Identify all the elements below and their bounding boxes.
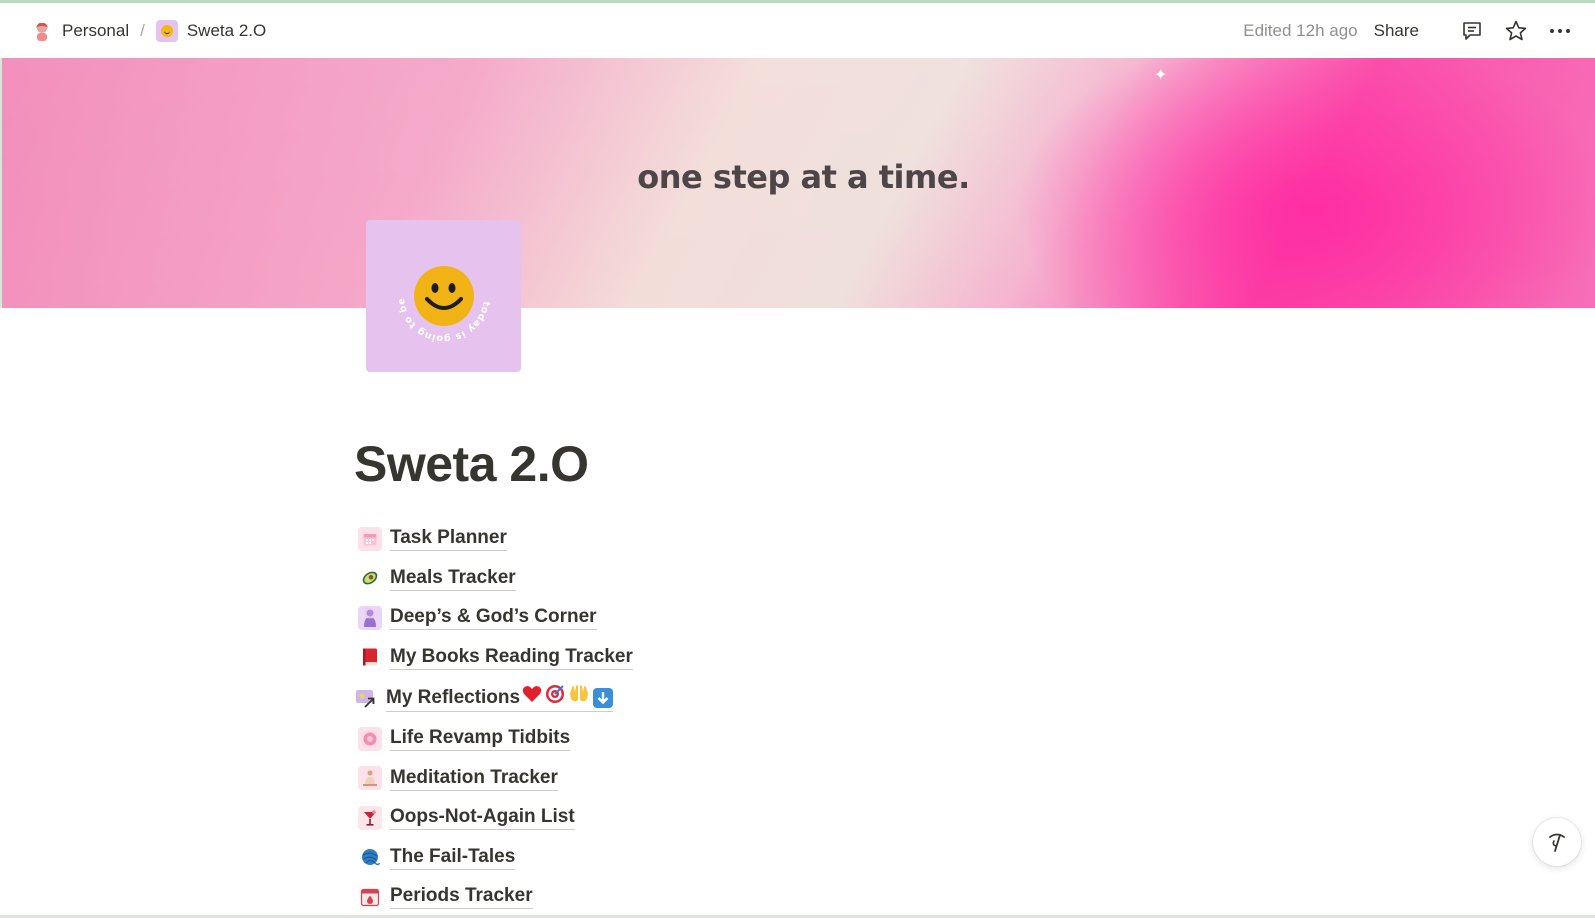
breadcrumb-page-label: Sweta 2.O	[186, 20, 267, 40]
deity-icon	[358, 605, 382, 630]
link-label: Meditation Tracker	[390, 766, 558, 791]
more-icon[interactable]	[1547, 18, 1573, 44]
link-task-planner[interactable]: Task Planner	[358, 519, 998, 559]
linked-page-icon	[354, 686, 378, 710]
raised-hands-icon	[568, 684, 590, 711]
ai-face-icon	[1549, 833, 1565, 852]
link-label: The Fail-Tales	[390, 845, 516, 870]
share-button[interactable]: Share	[1370, 18, 1423, 44]
page-links-list: Task Planner Meals Tracker Deep’s & God’…	[356, 519, 998, 915]
link-periods-tracker[interactable]: Periods Tracker	[358, 877, 998, 915]
drop-calendar-icon	[358, 885, 382, 909]
meditation-icon	[358, 766, 382, 791]
link-label: Task Planner	[390, 526, 507, 552]
topbar: Personal / Sweta 2.O Edited 12h ago Shar…	[0, 3, 1595, 58]
link-label: My Books Reading Tracker	[390, 645, 633, 670]
smiley-icon	[155, 19, 178, 42]
comment-icon[interactable]	[1459, 18, 1485, 44]
breadcrumb-personal-label: Personal	[62, 20, 130, 40]
target-icon	[545, 684, 565, 711]
page-title[interactable]: Sweta 2.O	[354, 435, 589, 493]
star-icon[interactable]	[1503, 18, 1529, 44]
link-label: Deep’s & God’s Corner	[390, 605, 597, 631]
link-books-reading-tracker[interactable]: My Books Reading Tracker	[358, 638, 998, 678]
sparkle-icon: ✦	[1154, 67, 1168, 84]
link-label: Periods Tracker	[390, 884, 533, 910]
topbar-actions: Edited 12h ago Share	[1243, 18, 1573, 44]
breadcrumb-current-page[interactable]: Sweta 2.O	[151, 17, 271, 45]
floating-ai-button[interactable]	[1533, 818, 1581, 866]
personal-avatar-icon	[31, 20, 53, 42]
link-label: Oops-Not-Again List	[390, 805, 575, 831]
link-oops-not-again-list[interactable]: Oops-Not-Again List	[358, 798, 998, 838]
link-label: Meals Tracker	[390, 566, 516, 591]
calendar-icon	[358, 526, 382, 551]
avocado-icon	[358, 566, 382, 590]
link-the-fail-tales[interactable]: The Fail-Tales	[358, 838, 998, 878]
breadcrumb-separator: /	[140, 20, 145, 40]
cover-caption: one step at a time.	[637, 158, 970, 196]
heart-icon	[522, 685, 542, 710]
link-my-reflections[interactable]: My Reflections	[356, 677, 998, 719]
reflection-emoji-group	[522, 684, 614, 711]
edited-timestamp: Edited 12h ago	[1243, 20, 1358, 40]
cover-image[interactable]: ✦ one step at a time.	[0, 58, 1595, 308]
page-icon[interactable]: today is going to be a good day	[366, 220, 521, 372]
link-meditation-tracker[interactable]: Meditation Tracker	[358, 759, 998, 799]
flower-icon	[358, 726, 382, 751]
cocktail-icon	[358, 805, 382, 830]
link-life-revamp-tidbits[interactable]: Life Revamp Tidbits	[358, 719, 998, 759]
yarn-icon	[358, 845, 382, 869]
link-label: Life Revamp Tidbits	[390, 726, 571, 752]
book-icon	[358, 645, 382, 669]
link-deeps-gods-corner[interactable]: Deep’s & God’s Corner	[358, 598, 998, 638]
smiley-badge-icon: today is going to be a good day	[389, 241, 491, 344]
breadcrumb-personal[interactable]: Personal	[26, 17, 134, 45]
app-window: Personal / Sweta 2.O Edited 12h ago Shar…	[0, 0, 1595, 918]
down-arrow-icon	[593, 687, 614, 708]
link-meals-tracker[interactable]: Meals Tracker	[358, 559, 998, 599]
link-label-with-emoji: My Reflections	[386, 684, 614, 712]
